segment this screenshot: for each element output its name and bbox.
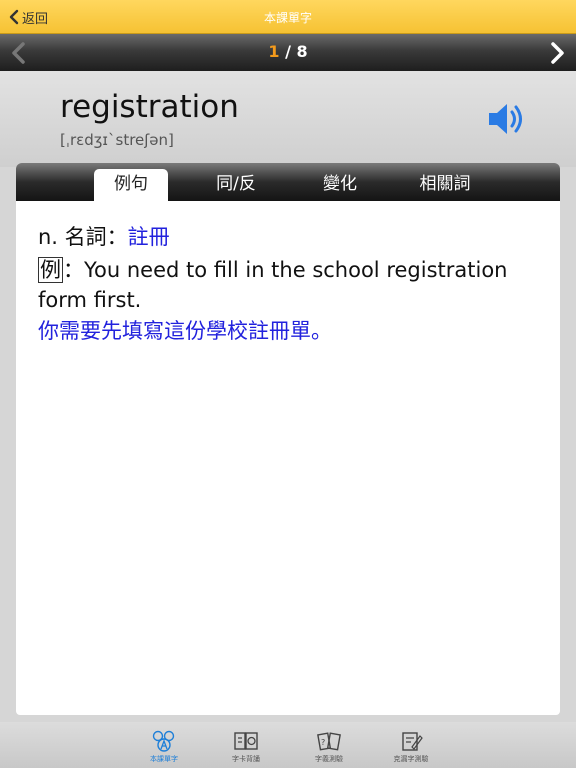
phonetic-transcription: [ˌrɛdʒɪˋstreʃən]	[60, 131, 174, 149]
pager-bar: 1 / 8	[0, 34, 576, 71]
flashcard-icon	[234, 732, 258, 750]
bottom-toolbar: 本課單字 字卡背誦 ? 字義測驗 克漏字測驗	[0, 722, 576, 768]
toolbar-flashcards[interactable]: 字卡背誦	[216, 730, 276, 768]
definition-line: n. 名詞：註冊	[38, 222, 538, 252]
meaning: 註冊	[127, 225, 170, 249]
toolbar-meaning-quiz[interactable]: ? 字義測驗	[299, 730, 359, 768]
toolbar-cloze-quiz[interactable]: 克漏字測驗	[381, 730, 441, 768]
toolbar-label: 本課單字	[150, 755, 178, 763]
example-english: You need to fill in the school registrat…	[38, 258, 508, 312]
page-separator: /	[279, 42, 297, 61]
toolbar-label: 克漏字測驗	[393, 755, 429, 763]
example-translation: 你需要先填寫這份學校註冊單。	[38, 319, 332, 343]
current-page: 1	[268, 42, 280, 61]
next-arrow-icon[interactable]	[544, 40, 570, 66]
tab-strip: 例句 同/反 變化 相關詞	[16, 163, 560, 201]
speaker-icon[interactable]	[486, 99, 528, 139]
top-bar: 返回 本課單字	[0, 0, 576, 34]
word-list-icon	[152, 730, 175, 752]
word-header: registration [ˌrɛdʒɪˋstreʃən]	[0, 71, 576, 167]
part-of-speech: n. 名詞：	[38, 225, 128, 249]
toolbar-label: 字義測驗	[315, 755, 343, 763]
page-title: 本課單字	[263, 11, 312, 25]
tab-synonyms-antonyms[interactable]: 同/反	[199, 169, 273, 201]
content-card: n. 名詞：註冊 例：You need to fill in the schoo…	[16, 201, 560, 715]
cloze-icon	[402, 732, 423, 751]
svg-text:?: ?	[321, 738, 325, 747]
tab-related-words[interactable]: 相關詞	[408, 169, 482, 201]
example-sentence: 例：You need to fill in the school registr…	[38, 255, 538, 315]
tab-examples[interactable]: 例句	[94, 169, 168, 201]
tab-word-forms[interactable]: 變化	[303, 169, 377, 201]
toolbar-label: 字卡背誦	[232, 755, 260, 763]
vocabulary-word: registration	[60, 89, 239, 125]
page-counter: 1 / 8	[0, 42, 576, 61]
quiz-icon: ?	[317, 732, 341, 751]
example-tag: 例	[38, 257, 63, 283]
toolbar-word-list[interactable]: 本課單字	[134, 730, 194, 768]
example-colon: ：	[63, 258, 84, 282]
total-pages: 8	[296, 42, 308, 61]
